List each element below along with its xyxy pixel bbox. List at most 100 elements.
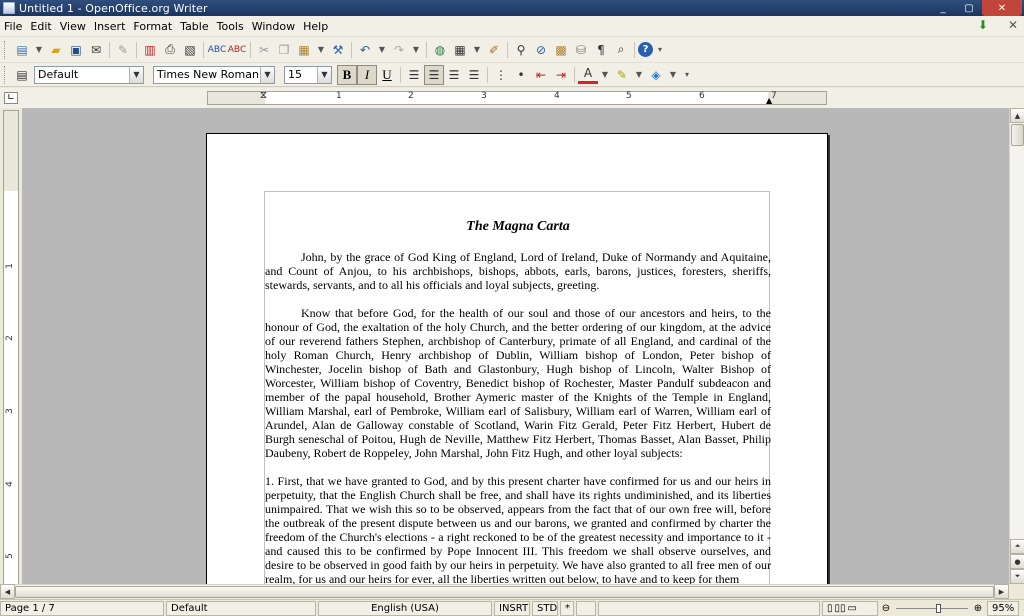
increase-indent-icon[interactable]: ⇥ bbox=[551, 65, 571, 85]
redo-icon[interactable]: ↷ bbox=[389, 40, 409, 60]
align-left-icon[interactable]: ☰ bbox=[404, 65, 424, 85]
save-icon[interactable]: ▣ bbox=[66, 40, 86, 60]
undo-dropdown-icon[interactable]: ▼ bbox=[375, 40, 389, 60]
vertical-ruler[interactable]: 1 2 3 4 5 bbox=[3, 110, 19, 586]
zoom-slider[interactable] bbox=[892, 601, 972, 616]
styles-formatting-icon[interactable]: ▤ bbox=[12, 65, 32, 85]
export-pdf-icon[interactable]: ▥ bbox=[140, 40, 160, 60]
data-sources-icon[interactable]: ⛁ bbox=[571, 40, 591, 60]
toolbar-grip[interactable] bbox=[4, 65, 7, 84]
zoom-out-icon[interactable]: ⊖ bbox=[880, 603, 892, 614]
cut-icon[interactable]: ✂ bbox=[254, 40, 274, 60]
menu-tools[interactable]: Tools bbox=[213, 20, 248, 33]
document-modified-status[interactable]: * bbox=[560, 600, 574, 616]
tab-stop-selector[interactable]: ∟ bbox=[4, 92, 18, 104]
align-center-icon[interactable]: ☰ bbox=[424, 64, 444, 85]
bullets-icon[interactable]: • bbox=[511, 65, 531, 85]
page-number-status[interactable]: Page 1 / 7 bbox=[0, 600, 164, 616]
font-color-dropdown-icon[interactable]: ▼ bbox=[598, 65, 612, 85]
page-preview-icon[interactable]: ▧ bbox=[180, 40, 200, 60]
document-page[interactable]: The Magna Carta John, by the grace of Go… bbox=[206, 133, 828, 584]
hyperlink-icon[interactable]: ◍ bbox=[430, 40, 450, 60]
horizontal-scrollbar[interactable]: ◀ ▶ bbox=[0, 584, 1009, 599]
align-right-icon[interactable]: ☰ bbox=[444, 65, 464, 85]
autospellcheck-icon[interactable]: ABC bbox=[227, 40, 247, 60]
menu-help[interactable]: Help bbox=[299, 20, 332, 33]
toolbar-grip[interactable] bbox=[4, 40, 7, 59]
minimize-button[interactable]: _ bbox=[930, 0, 956, 16]
zoom-icon[interactable]: ⌕ bbox=[611, 40, 631, 60]
menu-insert[interactable]: Insert bbox=[90, 20, 130, 33]
highlighting-dropdown-icon[interactable]: ▼ bbox=[632, 65, 646, 85]
selection-mode-status[interactable]: STD bbox=[532, 600, 558, 616]
paste-icon[interactable]: ▦ bbox=[294, 40, 314, 60]
zoom-slider-knob[interactable] bbox=[936, 603, 942, 613]
italic-button[interactable]: I bbox=[357, 64, 377, 85]
highlighting-icon[interactable]: ✎ bbox=[612, 65, 632, 85]
find-replace-icon[interactable]: ⚲ bbox=[511, 40, 531, 60]
toolbar-options-icon[interactable]: ▾ bbox=[653, 40, 667, 60]
menu-window[interactable]: Window bbox=[248, 20, 299, 33]
paragraph-style-combo[interactable]: Default ▼ bbox=[34, 65, 144, 84]
table-dropdown-icon[interactable]: ▼ bbox=[470, 40, 484, 60]
undo-icon[interactable]: ↶ bbox=[355, 40, 375, 60]
close-button[interactable]: ✕ bbox=[982, 0, 1022, 16]
document-body[interactable]: The Magna Carta John, by the grace of Go… bbox=[265, 192, 771, 585]
spellcheck-icon[interactable]: ABC bbox=[207, 40, 227, 60]
table-icon[interactable]: ▦ bbox=[450, 40, 470, 60]
clone-formatting-icon[interactable]: ⚒ bbox=[328, 40, 348, 60]
menu-table[interactable]: Table bbox=[176, 20, 212, 33]
gallery-icon[interactable]: ▩ bbox=[551, 40, 571, 60]
signature-status[interactable] bbox=[576, 600, 596, 616]
show-draw-functions-icon[interactable]: ✐ bbox=[484, 40, 504, 60]
insert-mode-status[interactable]: INSRT bbox=[494, 600, 530, 616]
copy-icon[interactable]: ❐ bbox=[274, 40, 294, 60]
toolbar-options-icon[interactable]: ▾ bbox=[680, 65, 694, 85]
vertical-scrollbar[interactable]: ▲ ⏶ ● ⏷ bbox=[1009, 108, 1024, 584]
font-color-icon[interactable]: A bbox=[578, 66, 598, 84]
open-folder-icon[interactable]: ▰ bbox=[46, 40, 66, 60]
formatting-marks-icon[interactable]: ¶ bbox=[591, 40, 611, 60]
justify-icon[interactable]: ☰ bbox=[464, 65, 484, 85]
multi-page-view-icon[interactable]: ▯▯ bbox=[835, 603, 846, 614]
help-icon[interactable]: ? bbox=[638, 42, 653, 57]
menu-file[interactable]: File bbox=[0, 20, 26, 33]
decrease-indent-icon[interactable]: ⇤ bbox=[531, 65, 551, 85]
redo-dropdown-icon[interactable]: ▼ bbox=[409, 40, 423, 60]
page-style-status[interactable]: Default bbox=[166, 600, 316, 616]
previous-page-button[interactable]: ⏶ bbox=[1010, 539, 1024, 554]
chevron-down-icon[interactable]: ▼ bbox=[317, 66, 331, 83]
font-name-combo[interactable]: Times New Roman ▼ bbox=[153, 65, 275, 84]
print-icon[interactable]: ⎙ bbox=[160, 40, 180, 60]
horizontal-ruler[interactable]: 1 2 3 4 5 6 7 ⧖ ▲ bbox=[207, 90, 827, 105]
navigation-button[interactable]: ● bbox=[1010, 554, 1024, 569]
edit-file-icon[interactable]: ✎ bbox=[113, 40, 133, 60]
email-document-icon[interactable]: ✉ bbox=[86, 40, 106, 60]
close-document-icon[interactable]: ✕ bbox=[1008, 18, 1018, 32]
background-color-icon[interactable]: ◈ bbox=[646, 65, 666, 85]
background-color-dropdown-icon[interactable]: ▼ bbox=[666, 65, 680, 85]
chevron-down-icon[interactable]: ▼ bbox=[129, 66, 143, 83]
horizontal-scroll-thumb[interactable] bbox=[15, 586, 994, 598]
vertical-scroll-thumb[interactable] bbox=[1011, 124, 1024, 146]
paste-dropdown-icon[interactable]: ▼ bbox=[314, 40, 328, 60]
underline-button[interactable]: U bbox=[377, 65, 397, 85]
zoom-level-status[interactable]: 95% bbox=[987, 600, 1019, 616]
single-page-view-icon[interactable]: ▯ bbox=[827, 603, 833, 614]
font-size-combo[interactable]: 15 ▼ bbox=[284, 65, 332, 84]
bold-button[interactable]: B bbox=[337, 64, 357, 85]
next-page-button[interactable]: ⏷ bbox=[1010, 569, 1024, 584]
menu-view[interactable]: View bbox=[56, 20, 90, 33]
scroll-left-button[interactable]: ◀ bbox=[0, 584, 15, 599]
maximize-button[interactable]: ▢ bbox=[956, 0, 982, 16]
book-view-icon[interactable]: ▭ bbox=[848, 603, 857, 614]
language-status[interactable]: English (USA) bbox=[318, 600, 492, 616]
menu-format[interactable]: Format bbox=[129, 20, 176, 33]
update-download-icon[interactable]: ⬇ bbox=[978, 18, 988, 32]
navigator-icon[interactable]: ⊘ bbox=[531, 40, 551, 60]
zoom-in-icon[interactable]: ⊕ bbox=[972, 603, 984, 614]
numbering-icon[interactable]: ⋮ bbox=[491, 65, 511, 85]
new-document-icon[interactable]: ▤ bbox=[12, 40, 32, 60]
indent-marker-icon[interactable]: ⧖ bbox=[260, 90, 267, 101]
new-dropdown-icon[interactable]: ▼ bbox=[32, 40, 46, 60]
